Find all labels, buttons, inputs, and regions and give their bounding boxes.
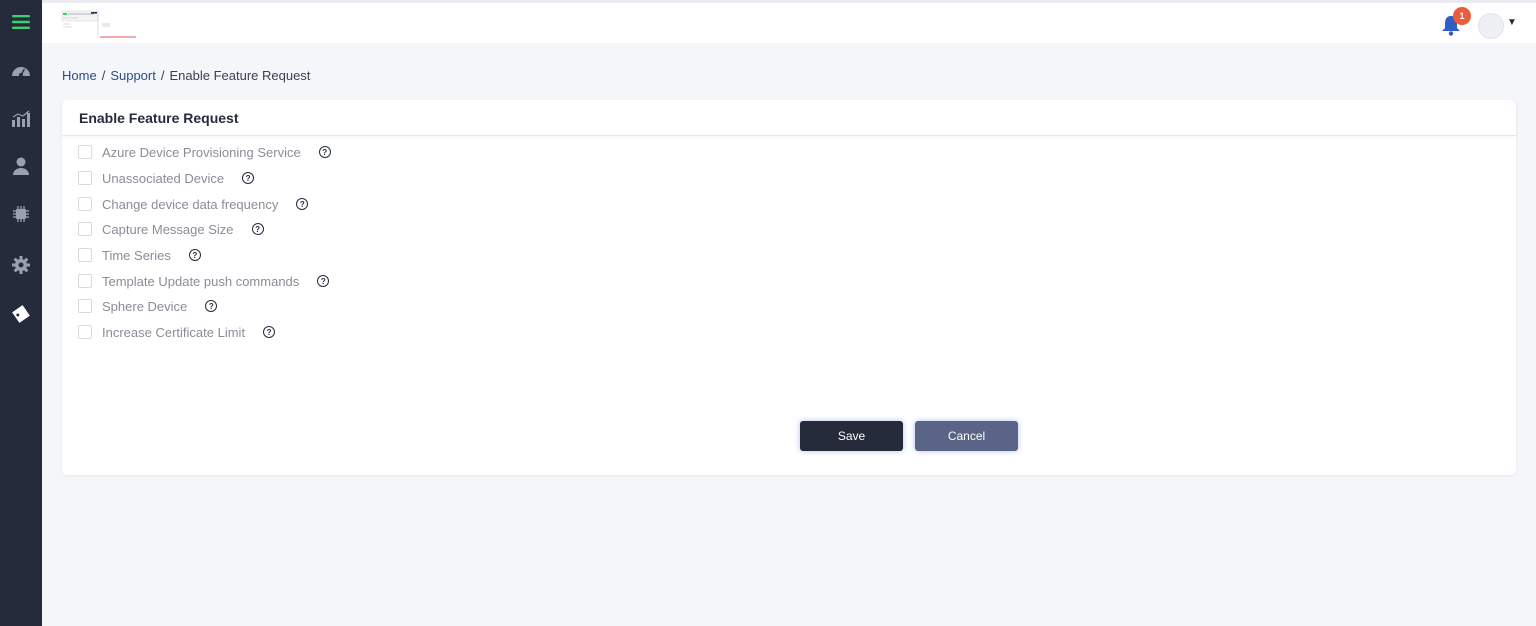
ticket-icon[interactable] bbox=[0, 294, 42, 334]
help-icon[interactable]: ? bbox=[251, 223, 264, 235]
breadcrumb-separator: / bbox=[160, 68, 165, 83]
option-label: Time Series bbox=[102, 247, 171, 263]
breadcrumb-support-link[interactable]: Support bbox=[110, 68, 156, 83]
help-icon[interactable]: ? bbox=[188, 249, 201, 261]
breadcrumb-current: Enable Feature Request bbox=[169, 68, 311, 83]
option-label: Capture Message Size bbox=[102, 221, 234, 237]
option-row: Capture Message Size ? bbox=[78, 219, 264, 239]
help-icon[interactable]: ? bbox=[317, 275, 330, 287]
option-row: Sphere Device ? bbox=[78, 296, 218, 316]
breadcrumb-home-link[interactable]: Home bbox=[62, 68, 97, 83]
option-row: Increase Certificate Limit ? bbox=[78, 322, 276, 342]
option-row: Template Update push commands ? bbox=[78, 271, 330, 291]
help-icon[interactable]: ? bbox=[263, 326, 276, 338]
capture-message-size-checkbox[interactable] bbox=[78, 222, 92, 236]
option-row: Unassociated Device ? bbox=[78, 168, 255, 188]
template-update-checkbox[interactable] bbox=[78, 274, 92, 288]
feature-request-card: Enable Feature Request Azure Device Prov… bbox=[62, 100, 1516, 475]
help-icon[interactable]: ? bbox=[318, 146, 331, 158]
chevron-down-icon[interactable]: ▼ bbox=[1507, 17, 1517, 28]
change-data-frequency-checkbox[interactable] bbox=[78, 197, 92, 211]
user-icon[interactable] bbox=[0, 146, 42, 186]
sphere-device-checkbox[interactable] bbox=[78, 299, 92, 313]
chip-icon[interactable] bbox=[0, 194, 42, 234]
help-icon[interactable]: ? bbox=[205, 300, 218, 312]
option-row: Change device data frequency ? bbox=[78, 194, 309, 214]
top-bar: 1 ▼ bbox=[42, 0, 1536, 43]
option-row: Time Series ? bbox=[78, 245, 201, 265]
analytics-chart-icon[interactable] bbox=[0, 99, 42, 139]
card-title: Enable Feature Request bbox=[79, 109, 239, 126]
cancel-button[interactable]: Cancel bbox=[915, 421, 1018, 451]
hamburger-menu-icon[interactable] bbox=[0, 2, 42, 42]
save-button[interactable]: Save bbox=[800, 421, 903, 451]
notification-badge: 1 bbox=[1453, 7, 1471, 25]
option-label: Change device data frequency bbox=[102, 196, 279, 212]
time-series-checkbox[interactable] bbox=[78, 248, 92, 262]
option-label: Azure Device Provisioning Service bbox=[102, 144, 301, 160]
help-icon[interactable]: ? bbox=[296, 198, 309, 210]
option-label: Increase Certificate Limit bbox=[102, 324, 246, 340]
user-avatar[interactable] bbox=[1478, 13, 1504, 39]
card-header: Enable Feature Request bbox=[62, 100, 1516, 136]
option-label: Unassociated Device bbox=[102, 170, 225, 186]
sidebar bbox=[0, 0, 42, 626]
dashboard-gauge-icon[interactable] bbox=[0, 50, 42, 90]
option-label: Sphere Device bbox=[102, 298, 188, 314]
azure-dps-checkbox[interactable] bbox=[78, 145, 92, 159]
gear-icon[interactable] bbox=[0, 245, 42, 285]
certificate-limit-checkbox[interactable] bbox=[78, 325, 92, 339]
breadcrumb: Home / Support / Enable Feature Request bbox=[62, 68, 310, 83]
company-logo[interactable] bbox=[60, 9, 138, 39]
unassociated-device-checkbox[interactable] bbox=[78, 171, 92, 185]
option-label: Template Update push commands bbox=[102, 273, 300, 289]
breadcrumb-separator: / bbox=[101, 68, 106, 83]
option-row: Azure Device Provisioning Service ? bbox=[78, 142, 331, 162]
help-icon[interactable]: ? bbox=[242, 172, 255, 184]
